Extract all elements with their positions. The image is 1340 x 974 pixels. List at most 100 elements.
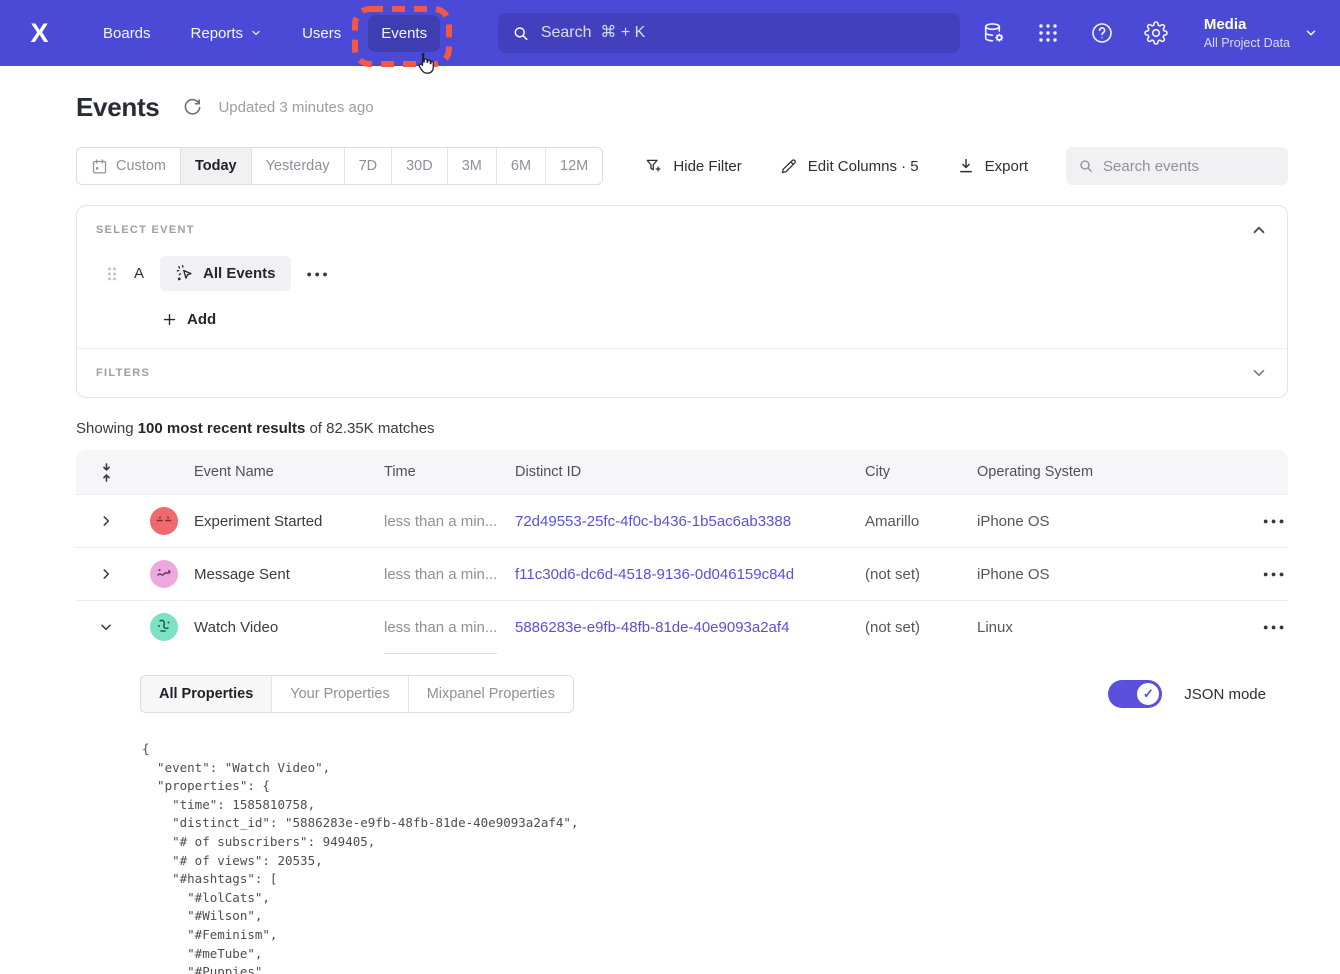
- city-cell: (not set): [865, 566, 977, 583]
- global-search[interactable]: [498, 13, 960, 53]
- chevron-down-icon: [250, 27, 262, 39]
- hide-filter-label: Hide Filter: [673, 158, 741, 175]
- collapse-all-icon[interactable]: [99, 463, 114, 482]
- table-row[interactable]: Message Sent less than a min... f11c30d6…: [76, 547, 1288, 600]
- time-cell: less than a min...: [384, 566, 515, 583]
- event-name-cell: Experiment Started: [194, 513, 384, 530]
- hide-filter-button[interactable]: Hide Filter: [645, 157, 741, 175]
- date-filter-30d[interactable]: 30D: [391, 148, 447, 184]
- cursor-pointer-icon: [412, 51, 438, 77]
- distinct-id-link[interactable]: 5886283e-e9fb-48fb-81de-40e9093a2af4: [515, 619, 865, 636]
- table-row-expanded[interactable]: Watch Video less than a min... 5886283e-…: [76, 600, 1288, 653]
- header-distinct-id[interactable]: Distinct ID: [515, 464, 865, 480]
- date-filter-6m[interactable]: 6M: [496, 148, 545, 184]
- distinct-id-link[interactable]: f11c30d6-dc6d-4518-9136-0d046159c84d: [515, 566, 865, 583]
- date-filter-3m[interactable]: 3M: [447, 148, 496, 184]
- distinct-id-link[interactable]: 72d49553-25fc-4f0c-b436-1b5ac6ab3388: [515, 513, 865, 530]
- table-header-row: Event Name Time Distinct ID City Operati…: [76, 450, 1288, 494]
- page-title: Events: [76, 92, 159, 123]
- date-filter-label: 7D: [359, 158, 378, 174]
- table-row[interactable]: Experiment Started less than a min... 72…: [76, 494, 1288, 547]
- drag-handle-icon[interactable]: [106, 266, 118, 282]
- os-cell: iPhone OS: [977, 513, 1191, 530]
- nav-item-users[interactable]: Users: [289, 15, 354, 52]
- date-filter-custom[interactable]: Custom: [77, 148, 180, 184]
- edit-columns-button[interactable]: Edit Columns · 5: [780, 157, 919, 175]
- city-cell: (not set): [865, 619, 977, 636]
- event-row-letter: A: [132, 265, 146, 282]
- event-json-view: { "event": "Watch Video", "properties": …: [142, 740, 1288, 974]
- project-name: Media: [1204, 15, 1290, 35]
- mixpanel-logo-icon[interactable]: X: [22, 16, 56, 50]
- edit-columns-label: Edit Columns · 5: [808, 158, 919, 175]
- avatar: [150, 507, 178, 535]
- date-filter-label: 30D: [406, 158, 433, 174]
- event-name-cell: Message Sent: [194, 566, 384, 583]
- tab-mixpanel-properties[interactable]: Mixpanel Properties: [408, 676, 573, 712]
- help-icon[interactable]: [1090, 21, 1114, 45]
- checkmark-icon: ✓: [1137, 683, 1159, 705]
- calendar-icon: [91, 158, 108, 175]
- nav-item-reports[interactable]: Reports: [178, 15, 276, 52]
- tab-label: Your Properties: [290, 686, 389, 702]
- header-time[interactable]: Time: [384, 464, 515, 480]
- json-mode-toggle[interactable]: ✓: [1108, 680, 1162, 708]
- chevron-up-icon[interactable]: [1250, 221, 1268, 239]
- nav-item-boards[interactable]: Boards: [90, 15, 164, 52]
- nav-item-events[interactable]: Events: [368, 15, 440, 52]
- data-management-icon[interactable]: [982, 21, 1006, 45]
- select-event-label: SELECT EVENT: [96, 224, 195, 236]
- row-more-icon[interactable]: ●●●: [1191, 516, 1288, 526]
- os-cell: Linux: [977, 619, 1191, 636]
- nav-item-label: Events: [381, 25, 427, 42]
- tab-label: Mixpanel Properties: [427, 686, 555, 702]
- avatar-face: [150, 507, 178, 535]
- add-event-button[interactable]: Add: [162, 311, 1268, 328]
- chevron-down-icon[interactable]: [1250, 364, 1268, 382]
- date-filter-today[interactable]: Today: [180, 148, 251, 184]
- results-prefix: Showing: [76, 420, 138, 437]
- refresh-icon[interactable]: [183, 98, 202, 117]
- download-icon: [957, 157, 975, 175]
- header-city[interactable]: City: [865, 464, 977, 480]
- date-filter-12m[interactable]: 12M: [545, 148, 602, 184]
- nav-item-label: Boards: [103, 25, 151, 42]
- time-cell: less than a min...: [384, 619, 515, 636]
- results-count: 100 most recent results: [138, 420, 306, 437]
- date-filter-yesterday[interactable]: Yesterday: [251, 148, 344, 184]
- navbar-right: Media All Project Data: [982, 15, 1318, 51]
- export-button[interactable]: Export: [957, 157, 1028, 175]
- project-switcher[interactable]: Media All Project Data: [1204, 15, 1318, 51]
- search-events-field[interactable]: [1066, 147, 1288, 185]
- events-table: Event Name Time Distinct ID City Operati…: [76, 450, 1288, 974]
- chevron-down-icon[interactable]: [99, 620, 113, 634]
- row-more-icon[interactable]: ●●●: [1191, 622, 1288, 632]
- date-filter-label: 12M: [560, 158, 588, 174]
- add-button-label: Add: [187, 311, 216, 328]
- tab-your-properties[interactable]: Your Properties: [271, 676, 407, 712]
- search-events-input[interactable]: [1103, 158, 1276, 175]
- header-os[interactable]: Operating System: [977, 464, 1191, 480]
- tab-all-properties[interactable]: All Properties: [141, 676, 271, 712]
- chevron-down-icon: [1304, 26, 1318, 40]
- results-summary: Showing 100 most recent results of 82.35…: [76, 420, 1288, 437]
- gear-icon[interactable]: [1144, 21, 1168, 45]
- global-search-input[interactable]: [541, 24, 946, 42]
- avatar-face: [150, 560, 178, 588]
- event-chip-label: All Events: [203, 265, 276, 282]
- row-more-icon[interactable]: ●●●: [1191, 569, 1288, 579]
- primary-nav: Boards Reports Users Events: [90, 15, 440, 52]
- date-filter-7d[interactable]: 7D: [344, 148, 392, 184]
- date-filter-label: Today: [195, 158, 237, 174]
- header-event-name[interactable]: Event Name: [194, 464, 384, 480]
- last-updated-text: Updated 3 minutes ago: [218, 99, 373, 116]
- apps-grid-icon[interactable]: [1036, 21, 1060, 45]
- row-detail-panel: All Properties Your Properties Mixpanel …: [76, 653, 1288, 974]
- funnel-plus-icon: [645, 157, 663, 175]
- city-cell: Amarillo: [865, 513, 977, 530]
- chevron-right-icon[interactable]: [99, 514, 113, 528]
- search-icon: [1078, 158, 1094, 174]
- event-selector-chip[interactable]: All Events: [160, 256, 291, 291]
- chevron-right-icon[interactable]: [99, 567, 113, 581]
- event-more-icon[interactable]: ●●●: [305, 265, 333, 283]
